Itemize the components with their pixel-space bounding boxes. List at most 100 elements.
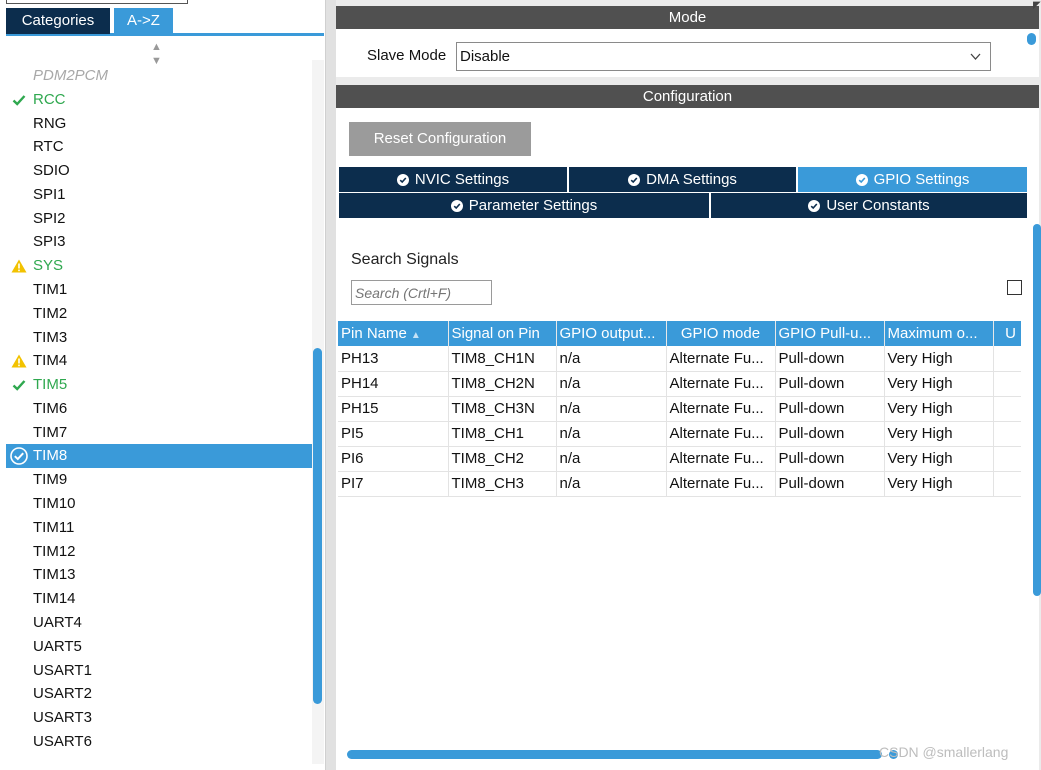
list-item-sys[interactable]: SYS: [6, 254, 312, 278]
cell-gpio-output: n/a: [556, 471, 667, 497]
list-item-usart3[interactable]: USART3: [6, 706, 312, 730]
tab-label: GPIO Settings: [873, 171, 970, 188]
column-header-signal[interactable]: Signal on Pin: [448, 321, 557, 346]
list-item-tim8[interactable]: TIM8: [6, 444, 312, 469]
list-item-tim6[interactable]: TIM6: [6, 397, 312, 421]
list-item-spi2[interactable]: SPI2: [6, 207, 312, 231]
list-item-uart4[interactable]: UART4: [6, 611, 312, 635]
column-header-gpio-output[interactable]: GPIO output...: [556, 321, 667, 346]
column-header-gpio-mode[interactable]: GPIO mode: [666, 321, 776, 346]
cell-max-output-speed: Very High: [884, 346, 994, 372]
list-item-tim3[interactable]: TIM3: [6, 326, 312, 350]
cell-pin-name: PH14: [338, 371, 449, 397]
list-item-tim7[interactable]: TIM7: [6, 421, 312, 445]
list-item-spi3[interactable]: SPI3: [6, 230, 312, 254]
cell-gpio-mode: Alternate Fu...: [666, 446, 776, 472]
table-row[interactable]: PI6 TIM8_CH2 n/a Alternate Fu... Pull-down Ve…: [338, 446, 1021, 472]
check-circle-icon: [628, 173, 641, 186]
list-item-label: TIM13: [33, 566, 76, 584]
table-row[interactable]: PH15 TIM8_CH3N n/a Alternate Fu... Pull-down…: [338, 396, 1021, 422]
list-item-spi1[interactable]: SPI1: [6, 183, 312, 207]
list-item-tim2[interactable]: TIM2: [6, 302, 312, 326]
tab-user-constants[interactable]: User Constants: [711, 193, 1027, 218]
list-scrollbar[interactable]: [312, 60, 324, 764]
filter-input-edge[interactable]: [6, 0, 188, 4]
table-header-row: Pin Name ▲ Signal on Pin GPIO output... G…: [338, 321, 1021, 346]
tab-parameter-settings[interactable]: Parameter Settings: [339, 193, 709, 218]
cell-gpio-output: n/a: [556, 446, 667, 472]
list-item-label: TIM7: [33, 423, 68, 441]
cell-gpio-output: n/a: [556, 346, 667, 372]
check-circle-icon: [396, 173, 409, 186]
list-item-sdio[interactable]: SDIO: [6, 159, 312, 183]
list-item-tim4[interactable]: TIM4: [6, 349, 312, 373]
cell-gpio-output: n/a: [556, 421, 667, 447]
watermark: CSDN @smallerlang: [879, 744, 1009, 760]
list-item-tim12[interactable]: TIM12: [6, 540, 312, 564]
cell-max-output-speed: Very High: [884, 471, 994, 497]
list-item-label: TIM12: [33, 542, 76, 560]
list-item-usart1[interactable]: USART1: [6, 659, 312, 683]
column-header-gpio-pull[interactable]: GPIO Pull-u...: [775, 321, 885, 346]
cell-gpio-mode: Alternate Fu...: [666, 471, 776, 497]
panel-splitter[interactable]: [326, 0, 336, 770]
list-item-rcc[interactable]: RCC: [6, 88, 312, 112]
list-item-tim11[interactable]: TIM11: [6, 516, 312, 540]
cell-gpio-pull: Pull-down: [775, 446, 885, 472]
list-item-pdm2pcm[interactable]: PDM2PCM: [6, 64, 312, 88]
list-item-tim9[interactable]: TIM9: [6, 468, 312, 492]
column-header-pin-name[interactable]: Pin Name ▲: [338, 321, 449, 346]
list-item-usart2[interactable]: USART2: [6, 682, 312, 706]
list-item-tim1[interactable]: TIM1: [6, 278, 312, 302]
check-icon: [9, 373, 29, 397]
mode-scrollbar-thumb[interactable]: [1027, 33, 1036, 45]
list-item-tim13[interactable]: TIM13: [6, 563, 312, 587]
warning-icon: [9, 349, 29, 373]
list-item-tim10[interactable]: TIM10: [6, 492, 312, 516]
list-item-rtc[interactable]: RTC: [6, 135, 312, 159]
configuration-header[interactable]: Configuration: [336, 85, 1039, 108]
table-row[interactable]: PH13 TIM8_CH1N n/a Alternate Fu... Pull-down…: [338, 346, 1021, 372]
tab-nvic-settings[interactable]: NVIC Settings: [339, 167, 567, 192]
configuration-section: Reset Configuration NVIC Settings DMA Se…: [336, 108, 1041, 770]
list-item-label: PDM2PCM: [33, 67, 109, 84]
tab-categories[interactable]: Categories: [6, 8, 110, 34]
list-scrollbar-thumb[interactable]: [313, 348, 322, 704]
cell-signal: TIM8_CH3: [448, 471, 557, 497]
tab-gpio-settings[interactable]: GPIO Settings: [798, 167, 1027, 192]
cell-user-label: [993, 346, 1021, 372]
table-row[interactable]: PI5 TIM8_CH1 n/a Alternate Fu... Pull-down Ve…: [338, 421, 1021, 447]
check-circle-icon: [855, 173, 868, 186]
show-only-modified-checkbox[interactable]: [1007, 280, 1022, 295]
cell-pin-name: PH13: [338, 346, 449, 372]
list-item-label: TIM10: [33, 495, 76, 513]
mode-header[interactable]: Mode: [336, 6, 1039, 29]
list-item-rng[interactable]: RNG: [6, 112, 312, 136]
table-horizontal-scrollbar[interactable]: [347, 750, 882, 759]
list-item-tim14[interactable]: TIM14: [6, 587, 312, 611]
cell-signal: TIM8_CH2N: [448, 371, 557, 397]
slave-mode-label: Slave Mode: [367, 47, 447, 64]
list-item-usart6[interactable]: USART6: [6, 730, 312, 754]
cell-gpio-mode: Alternate Fu...: [666, 346, 776, 372]
tab-dma-settings[interactable]: DMA Settings: [569, 167, 796, 192]
list-item-tim5[interactable]: TIM5: [6, 373, 312, 397]
list-item-label: TIM1: [33, 281, 68, 299]
list-item-label: SDIO: [33, 162, 70, 180]
table-vertical-scrollbar[interactable]: [1033, 224, 1041, 596]
cell-signal: TIM8_CH1N: [448, 346, 557, 372]
reset-configuration-button[interactable]: Reset Configuration: [349, 122, 531, 156]
tab-label: DMA Settings: [646, 171, 737, 188]
slave-mode-select[interactable]: Disable: [456, 42, 991, 71]
table-row[interactable]: PI7 TIM8_CH3 n/a Alternate Fu... Pull-down Ve…: [338, 471, 1021, 497]
column-header-max-output-speed[interactable]: Maximum o...: [884, 321, 994, 346]
tab-a-z[interactable]: A->Z: [114, 8, 173, 34]
list-item-uart5[interactable]: UART5: [6, 635, 312, 659]
search-signals-input[interactable]: [351, 280, 492, 305]
list-item-label: SPI1: [33, 185, 66, 203]
table-row[interactable]: PH14 TIM8_CH2N n/a Alternate Fu... Pull-down…: [338, 371, 1021, 397]
list-item-label: TIM8: [33, 447, 68, 465]
slave-mode-value: Disable: [460, 48, 511, 65]
list-item-label: UART4: [33, 613, 82, 631]
column-header-user-label[interactable]: U: [993, 321, 1021, 346]
